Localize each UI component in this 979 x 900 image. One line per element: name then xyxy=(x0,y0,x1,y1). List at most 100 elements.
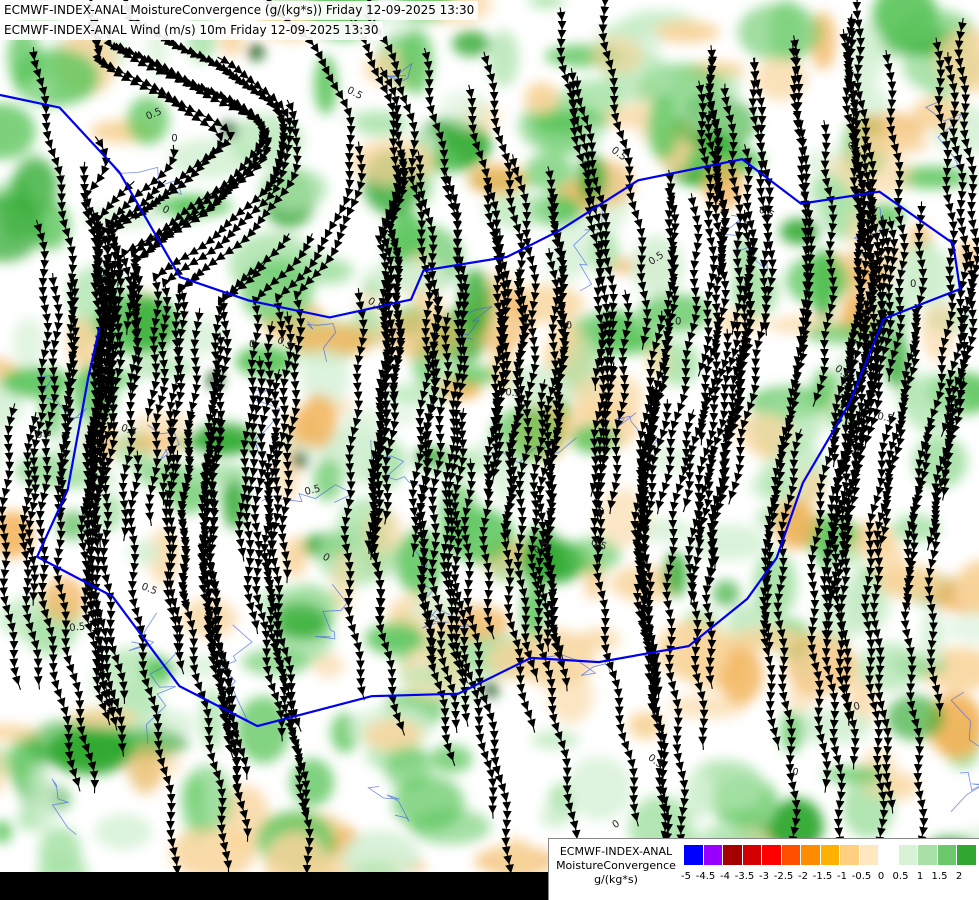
field-patch xyxy=(444,507,515,564)
field-patch xyxy=(576,153,607,202)
high-value-spot xyxy=(482,682,498,698)
field-patch xyxy=(792,708,872,745)
field-patch xyxy=(240,259,313,325)
field-patch xyxy=(397,665,453,687)
field-patch xyxy=(395,529,445,595)
color-legend: ECMWF-INDEX-ANAL MoistureConvergence g/(… xyxy=(548,838,979,900)
map-viewer: 0.5 0 0.5 0.5 0 0.5 0 0.5 0.5 0 0.5 0 0.5 0.5 0 0.5 0 0.5… xyxy=(0,0,979,900)
field-patch xyxy=(647,95,680,160)
field-patch xyxy=(392,775,465,831)
legend-swatch xyxy=(742,845,762,865)
high-value-spot xyxy=(292,452,308,468)
field-patch xyxy=(957,240,978,272)
legend-tick-label: -3.5 xyxy=(734,871,755,882)
contour-label: 0 xyxy=(565,320,572,332)
field-patch xyxy=(531,730,580,749)
field-patch xyxy=(125,297,171,349)
legend-unit: g/(kg*s) xyxy=(594,873,638,886)
field-patch xyxy=(180,765,233,833)
legend-tick-label: -2 xyxy=(798,871,808,882)
field-patch xyxy=(903,373,962,434)
map-title-moisture: ECMWF-INDEX-ANAL MoistureConvergence (g/… xyxy=(0,1,479,20)
field-patch xyxy=(524,81,559,115)
field-patch xyxy=(878,565,944,600)
field-patch xyxy=(446,364,498,386)
legend-swatch xyxy=(781,845,801,865)
legend-tick-label: -5 xyxy=(681,871,691,882)
field-patch xyxy=(591,36,644,75)
field-patch xyxy=(712,580,740,607)
field-patch xyxy=(314,55,338,115)
field-patch xyxy=(835,548,863,567)
field-patch xyxy=(129,745,163,795)
field-patch xyxy=(12,317,46,367)
legend-tick-label: 1 xyxy=(916,871,924,882)
field-patch xyxy=(363,718,422,752)
field-patch xyxy=(468,163,526,195)
contour-label: 0.5 xyxy=(505,387,522,399)
field-patch xyxy=(912,435,968,489)
legend-swatch xyxy=(703,845,723,865)
map-title-wind: ECMWF-INDEX-ANAL Wind (m/s) 10m Friday 1… xyxy=(0,21,383,40)
field-patch xyxy=(566,756,633,821)
legend-tick-label: -2.5 xyxy=(773,871,794,882)
field-patch xyxy=(290,758,335,807)
field-patch xyxy=(29,802,58,836)
field-patch xyxy=(483,192,553,228)
field-patch xyxy=(94,813,152,850)
field-patch xyxy=(46,728,133,775)
legend-title-line: MoistureConvergence xyxy=(556,859,676,872)
field-patch xyxy=(350,139,436,184)
contour-label: 0 xyxy=(249,339,256,350)
field-patch xyxy=(192,422,257,457)
legend-swatch xyxy=(879,845,899,865)
contour-label: 0.5 xyxy=(69,621,86,634)
field-patch xyxy=(540,804,565,829)
field-patch xyxy=(25,80,54,97)
legend-swatch xyxy=(840,845,860,865)
legend-tick-label: -0.5 xyxy=(851,871,872,882)
legend-tick-label: 2 xyxy=(955,871,963,882)
field-patch xyxy=(365,261,448,292)
legend-swatches xyxy=(684,845,977,865)
legend-tick-label: -3 xyxy=(759,871,769,882)
legend-swatch xyxy=(684,845,704,865)
legend-title-line: ECMWF-INDEX-ANAL xyxy=(559,845,673,858)
field-patch xyxy=(128,539,160,566)
legend-swatch xyxy=(898,845,918,865)
field-patch xyxy=(779,218,820,245)
contour-label: 0 xyxy=(675,316,682,327)
field-patch xyxy=(785,255,850,306)
field-patch xyxy=(857,642,924,692)
field-patch xyxy=(603,105,646,129)
field-patch xyxy=(259,168,328,209)
legend-swatch xyxy=(723,845,743,865)
legend-tick-label: -4 xyxy=(720,871,730,882)
field-patch xyxy=(132,412,192,435)
field-patch xyxy=(42,576,87,623)
legend-swatch xyxy=(820,845,840,865)
high-value-spot xyxy=(221,122,237,138)
contour-label: 0 xyxy=(171,133,178,144)
field-patch xyxy=(630,235,684,298)
legend-tick-label: 1.5 xyxy=(931,871,948,882)
field-patch xyxy=(737,3,823,62)
field-patch xyxy=(353,111,409,137)
field-patch xyxy=(69,708,138,728)
field-patch xyxy=(313,654,345,678)
high-value-spot xyxy=(248,44,264,60)
legend-tick-label: -1 xyxy=(837,871,847,882)
legend-swatch xyxy=(957,845,977,865)
legend-swatch xyxy=(801,845,821,865)
legend-swatch xyxy=(762,845,782,865)
legend-tick-label: -1.5 xyxy=(812,871,833,882)
legend-tick-label: 0 xyxy=(877,871,885,882)
field-patch xyxy=(439,90,491,128)
field-patch xyxy=(754,57,808,101)
contour-label: 0 xyxy=(910,279,917,290)
field-patch xyxy=(429,744,473,774)
weather-map: 0.500.50.500.500.50.500.500.50.500.500.5… xyxy=(0,0,979,900)
legend-swatch xyxy=(937,845,957,865)
field-patch xyxy=(364,623,426,655)
field-patch xyxy=(684,769,714,821)
